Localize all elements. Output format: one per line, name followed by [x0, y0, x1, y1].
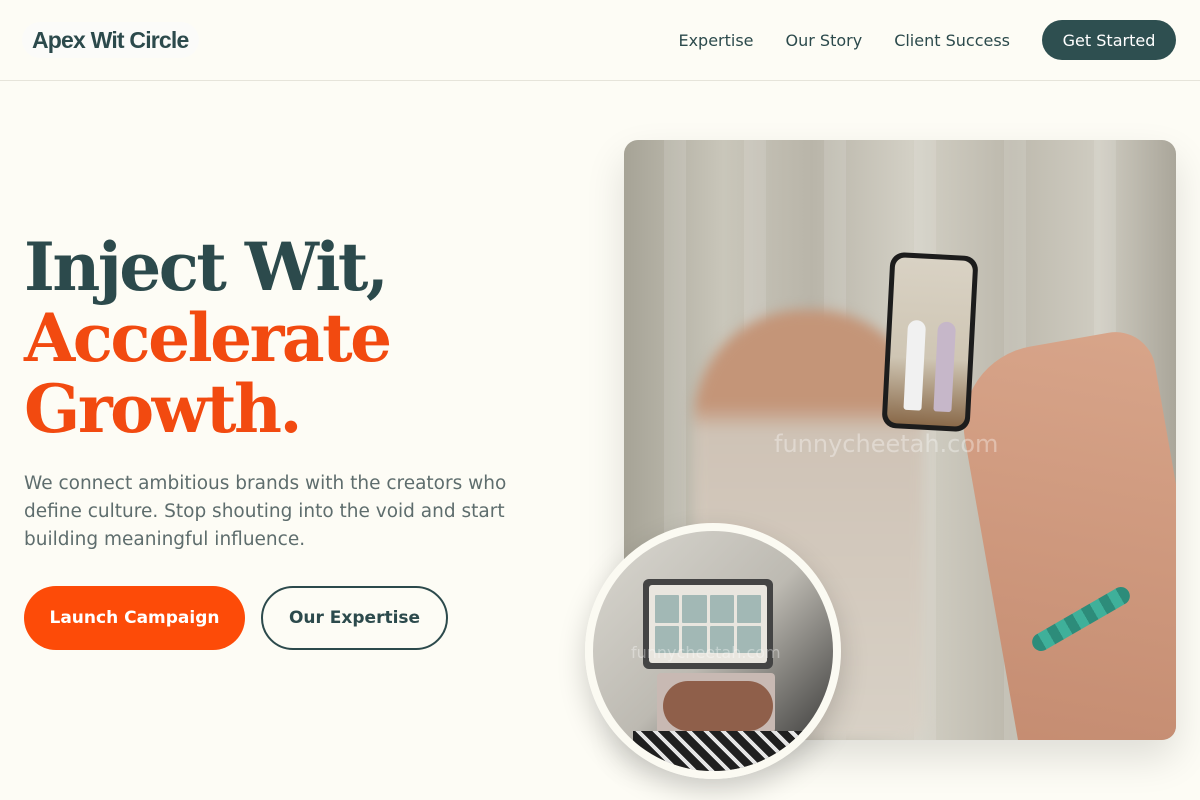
circle-watermark: funnycheetah.com [631, 643, 781, 662]
nav-link-client-success[interactable]: Client Success [894, 31, 1010, 50]
launch-campaign-button[interactable]: Launch Campaign [24, 586, 245, 650]
nav-link-our-story[interactable]: Our Story [786, 31, 863, 50]
brand-logo[interactable]: Apex Wit Circle [22, 22, 199, 58]
get-started-button[interactable]: Get Started [1042, 20, 1176, 60]
hand-holding-phone [951, 325, 1176, 740]
patterned-sleeve [633, 731, 803, 771]
our-expertise-button[interactable]: Our Expertise [261, 586, 448, 650]
laptop-circle-image: funnycheetah.com [585, 523, 841, 779]
nav-link-expertise[interactable]: Expertise [678, 31, 753, 50]
phone-screen [886, 257, 974, 427]
smartphone [881, 251, 979, 433]
hero-description: We connect ambitious brands with the cre… [24, 473, 507, 550]
typing-hands [663, 681, 773, 731]
headline-line-1: Inject Wit, [24, 228, 389, 306]
site-header: Apex Wit Circle Expertise Our Story Clie… [0, 0, 1200, 81]
headline-line-2: Accelerate [24, 299, 392, 377]
watermark: funnycheetah.com [774, 430, 999, 458]
main-nav: Expertise Our Story Client Success Get S… [678, 20, 1176, 60]
hero-headline: Inject Wit, Accelerate Growth. [24, 228, 392, 448]
headline-line-3: Growth. [24, 370, 302, 448]
